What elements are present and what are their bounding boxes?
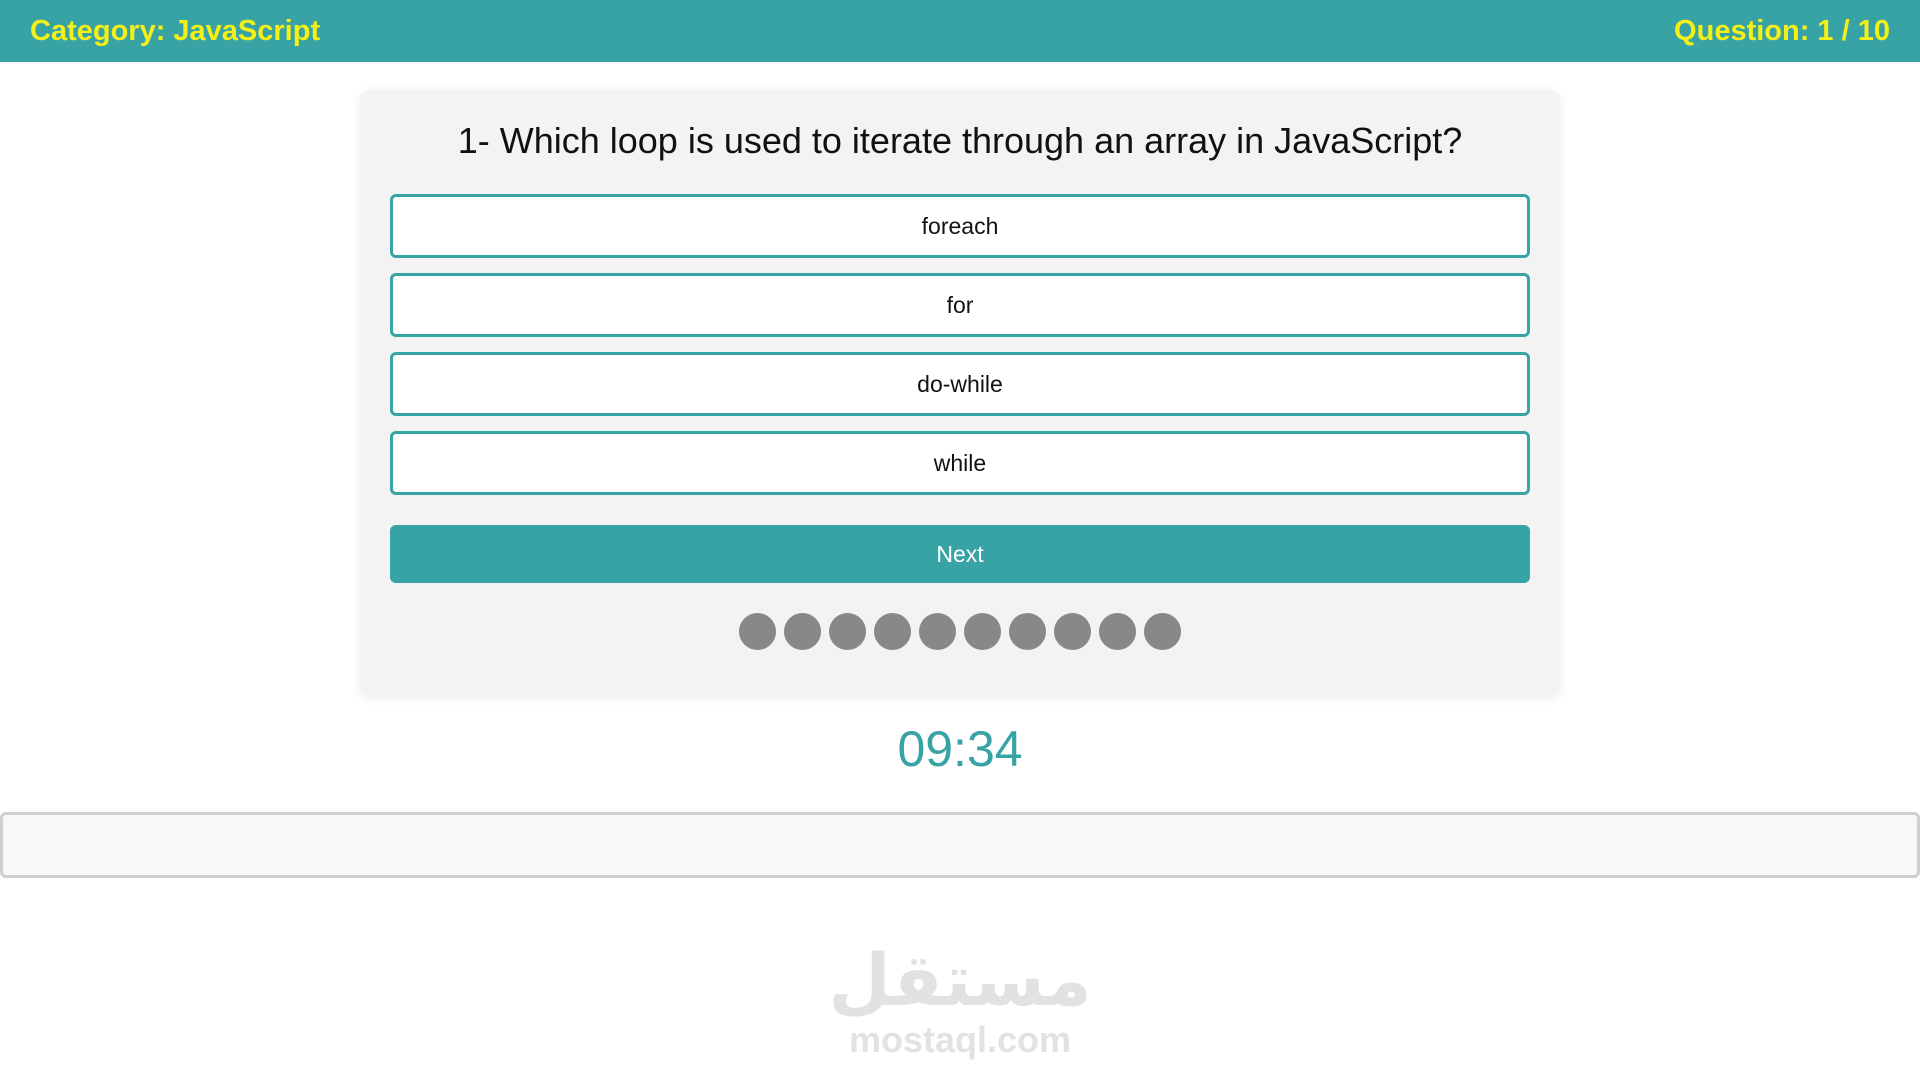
watermark-url: mostaql.com [848, 1019, 1072, 1060]
progress-bullet [1009, 613, 1046, 650]
results-container [0, 812, 1920, 878]
answer-option-foreach[interactable]: foreach [390, 194, 1530, 258]
progress-bullet [919, 613, 956, 650]
progress-bullet [829, 613, 866, 650]
next-button[interactable]: Next [390, 525, 1530, 583]
question-counter: Question: 1 / 10 [1674, 14, 1890, 47]
category-label: Category: JavaScript [30, 14, 321, 47]
quiz-header: Category: JavaScript Question: 1 / 10 [0, 0, 1920, 62]
progress-bullet [874, 613, 911, 650]
question-title: 1- Which loop is used to iterate through… [457, 120, 1463, 161]
watermark: مستقل mostaql.com [0, 940, 1920, 1060]
answer-option-while[interactable]: while [390, 431, 1530, 495]
answer-list: foreach for do-while while [390, 194, 1530, 495]
progress-bullet [964, 613, 1001, 650]
quiz-card: 1- Which loop is used to iterate through… [360, 90, 1560, 696]
progress-bullet [1099, 613, 1136, 650]
answer-option-do-while[interactable]: do-while [390, 352, 1530, 416]
progress-bullet [1054, 613, 1091, 650]
progress-bullet [739, 613, 776, 650]
progress-bullet [1144, 613, 1181, 650]
countdown-timer: 09:34 [897, 721, 1023, 777]
progress-bullet [784, 613, 821, 650]
progress-bullets [390, 613, 1530, 650]
watermark-logo: مستقل [828, 938, 1092, 1022]
answer-option-for[interactable]: for [390, 273, 1530, 337]
